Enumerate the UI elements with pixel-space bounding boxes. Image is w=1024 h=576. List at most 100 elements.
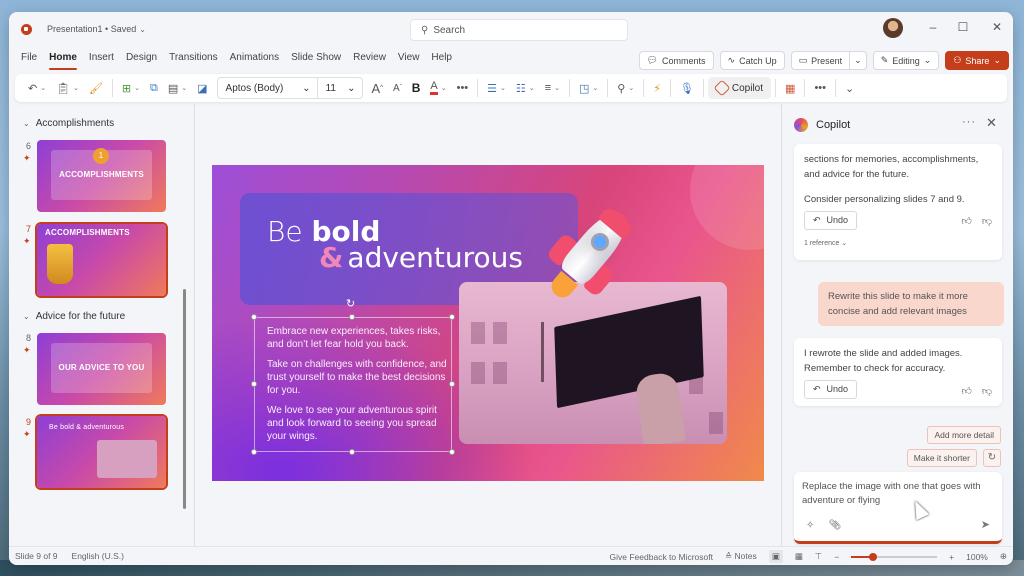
dictate-button[interactable]: 🎙︎ [675, 77, 699, 99]
slide-body-text[interactable]: Embrace new experiences, takes risks, an… [267, 325, 447, 450]
document-title[interactable]: Presentation1 • Saved ⌄ [47, 24, 146, 34]
editing-mode-button[interactable]: ✎ Editing ⌄ [872, 51, 940, 70]
present-button[interactable]: ▭ Present [790, 51, 851, 70]
copilot-sparkle-icon: ✦ [23, 153, 31, 163]
resize-handle[interactable] [449, 449, 455, 455]
close-button[interactable]: ✕ [987, 20, 1007, 34]
suggestion-add-more-detail[interactable]: Add more detail [927, 426, 1001, 444]
slide-thumbnail-8[interactable]: OUR ADVICE TO YOU [37, 333, 166, 405]
tab-animations[interactable]: Animations [230, 52, 279, 70]
thumbnail-scrollbar[interactable] [183, 289, 186, 509]
thumbs-down-icon[interactable]: 👎︎ [982, 214, 992, 229]
resize-handle[interactable] [251, 449, 257, 455]
slide-sorter-button[interactable]: ▦ [795, 551, 803, 562]
font-size-select[interactable]: 11 ⌄ [318, 78, 362, 98]
more-options-button[interactable]: ••• [809, 77, 831, 99]
layout-button[interactable]: ▤ ⌄ [163, 77, 192, 99]
bullets-button[interactable]: ☰ ⌄ [482, 77, 511, 99]
resize-handle[interactable] [349, 314, 355, 320]
paste-button[interactable]: 📋︎ ⌄ [51, 77, 84, 99]
comments-button[interactable]: 💬︎ Comments [638, 51, 714, 70]
thumbs-down-icon[interactable]: 👎︎ [982, 384, 992, 399]
tab-review[interactable]: Review [353, 52, 386, 70]
reading-view-button[interactable]: ⊤ [815, 551, 822, 562]
more-font-options-button[interactable]: ••• [452, 77, 474, 99]
share-button[interactable]: ⚇ Share ⌄ [945, 51, 1009, 70]
resize-handle[interactable] [449, 381, 455, 387]
undo-button[interactable]: ↶ Undo [804, 380, 858, 399]
tab-help[interactable]: Help [431, 52, 452, 70]
new-slide-button[interactable]: ⊞ ⌄ [117, 77, 145, 99]
font-name-select[interactable]: Aptos (Body) ⌄ [218, 78, 318, 98]
tab-transitions[interactable]: Transitions [169, 52, 218, 70]
close-icon[interactable]: ✕ [986, 115, 997, 131]
user-avatar[interactable] [883, 18, 903, 38]
rotate-handle-icon[interactable]: ↻ [346, 297, 355, 310]
undo-button[interactable]: ↶ ⌄ [23, 77, 51, 99]
tab-file[interactable]: File [21, 52, 37, 70]
tab-design[interactable]: Design [126, 52, 157, 70]
grow-font-button[interactable]: A ^ [367, 77, 389, 99]
slide-title-line-2[interactable]: & adventurous [319, 241, 523, 274]
section-header-advice[interactable]: ⌄ Advice for the future [23, 311, 125, 322]
present-split-button: ▭ Present ⌄ [790, 51, 867, 70]
align-button[interactable]: ≡ ⌄ [540, 77, 565, 99]
expand-ribbon-button[interactable]: ⌄ [840, 77, 859, 99]
notes-button[interactable]: ≙ Notes [725, 551, 757, 562]
resize-handle[interactable] [251, 381, 257, 387]
title-bar: Presentation1 • Saved ⌄ ⚲ Search – ☐ ✕ [9, 12, 1013, 46]
zoom-level[interactable]: 100% [966, 552, 988, 562]
reuse-slides-button[interactable]: ⧉ [145, 77, 163, 99]
zoom-slider[interactable] [851, 552, 938, 561]
slide-thumbnail-6[interactable]: 1 ACCOMPLISHMENTS [37, 140, 166, 212]
present-dropdown[interactable]: ⌄ [850, 51, 867, 70]
tab-home[interactable]: Home [49, 52, 77, 70]
minimize-button[interactable]: – [923, 20, 943, 34]
format-painter-button[interactable]: 🖌︎ [84, 77, 108, 99]
shrink-font-button[interactable]: Aˇ [388, 77, 407, 99]
chevron-down-icon: ⌄ [181, 85, 188, 92]
sparkle-prompts-icon[interactable]: ✧ [806, 520, 814, 531]
search-input[interactable]: ⚲ Search [410, 19, 628, 41]
attach-icon[interactable]: 📎︎ [828, 520, 841, 531]
section-button[interactable]: ◪ [192, 77, 212, 99]
reference-toggle[interactable]: 1 reference ⌄ [804, 236, 992, 251]
suggestion-make-it-shorter[interactable]: Make it shorter [906, 449, 977, 467]
slide-canvas[interactable]: Be bold & adventurous ↻ Embrace new expe… [212, 165, 764, 481]
tab-view[interactable]: View [398, 52, 420, 70]
resize-handle[interactable] [251, 314, 257, 320]
copilot-compose-box[interactable]: Replace the image with one that goes wit… [794, 472, 1002, 544]
zoom-in-button[interactable]: + [949, 552, 954, 562]
designer-button[interactable]: ⚡ [648, 77, 666, 99]
compose-input[interactable]: Replace the image with one that goes wit… [802, 480, 996, 508]
catch-up-button[interactable]: ∿ Catch Up [719, 51, 785, 70]
refresh-suggestions-icon[interactable]: ↻ [983, 449, 1001, 467]
fit-to-window-icon[interactable]: ⊕ [1000, 551, 1007, 562]
slide-thumbnail-9[interactable]: Be bold & adventurous [35, 414, 168, 490]
graduation-photo[interactable] [459, 282, 727, 444]
font-color-button[interactable]: A ⌄ [425, 77, 451, 99]
maximize-button[interactable]: ☐ [953, 20, 973, 34]
add-ins-icon: ▦ [785, 82, 796, 95]
shapes-button[interactable]: ◳ ⌄ [574, 77, 603, 99]
add-ins-button[interactable]: ▦ [780, 77, 800, 99]
bold-button[interactable]: B [407, 77, 426, 99]
find-button[interactable]: ⚲ ⌄ [612, 77, 639, 99]
zoom-out-button[interactable]: − [834, 552, 839, 562]
numbering-button[interactable]: ☷ ⌄ [511, 77, 540, 99]
tab-insert[interactable]: Insert [89, 52, 114, 70]
language-indicator[interactable]: English (U.S.) [72, 551, 124, 561]
slide-thumbnail-7[interactable]: ACCOMPLISHMENTS [35, 222, 168, 298]
send-icon[interactable]: ➤ [981, 518, 990, 531]
thumbs-up-icon[interactable]: 👍︎ [961, 214, 971, 229]
section-header-accomplishments[interactable]: ⌄ Accomplishments [23, 118, 114, 129]
undo-button[interactable]: ↶ Undo [804, 211, 858, 230]
more-options-icon[interactable]: ··· [962, 116, 976, 128]
zoom-slider-thumb[interactable] [868, 552, 877, 561]
thumbs-up-icon[interactable]: 👍︎ [961, 384, 971, 399]
resize-handle[interactable] [449, 314, 455, 320]
tab-slide-show[interactable]: Slide Show [291, 52, 341, 70]
feedback-link[interactable]: Give Feedback to Microsoft [610, 552, 713, 562]
normal-view-button[interactable]: ▣ [768, 550, 783, 563]
copilot-button[interactable]: Copilot [707, 77, 772, 99]
